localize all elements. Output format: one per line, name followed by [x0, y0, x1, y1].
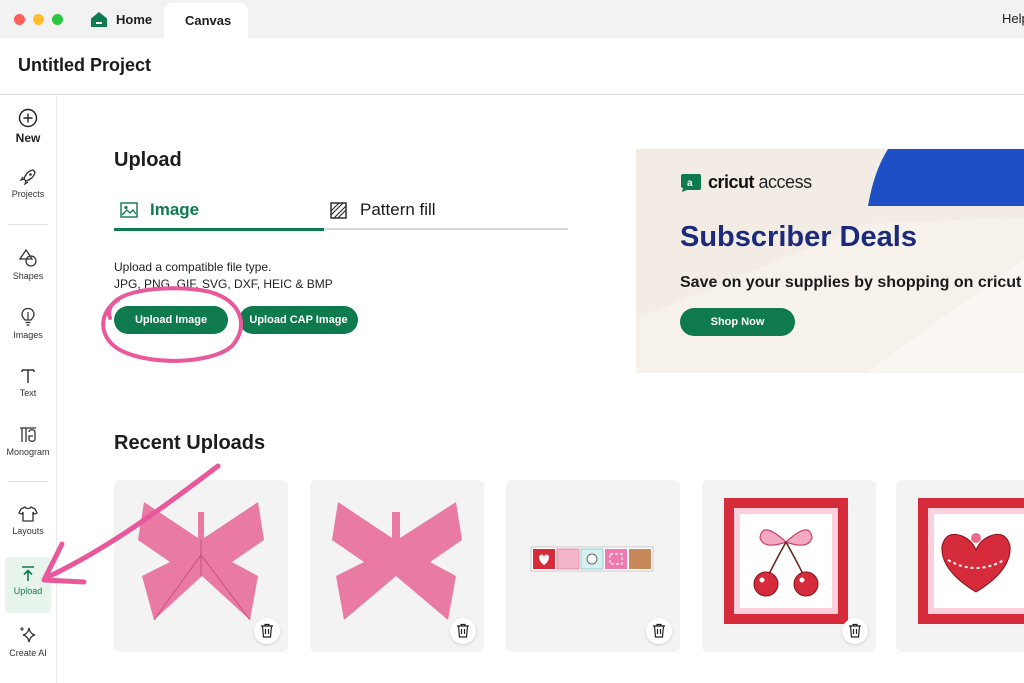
close-window-button[interactable] — [14, 14, 25, 25]
trash-icon — [457, 623, 469, 638]
sidebar-item-label: Upload — [13, 586, 43, 596]
monogram-icon — [20, 427, 36, 442]
left-sidebar: New Projects Shapes Images Text Monogram… — [0, 95, 57, 683]
delete-upload-button[interactable] — [646, 618, 672, 644]
upload-icon — [22, 566, 34, 581]
sparkle-icon — [20, 627, 36, 643]
tab-active-indicator — [114, 228, 324, 231]
heart-cake-stamp-thumbnail — [918, 498, 1024, 624]
sidebar-item-monogram[interactable]: Monogram — [0, 426, 56, 480]
cricut-logo-icon: a — [681, 174, 701, 192]
project-header: Untitled Project — [0, 38, 1024, 95]
upload-cap-image-button[interactable]: Upload CAP Image — [239, 306, 358, 334]
svg-text:a: a — [687, 178, 693, 189]
sidebar-divider — [8, 224, 48, 225]
plus-circle-icon — [18, 108, 38, 128]
upload-image-button[interactable]: Upload Image — [114, 306, 228, 334]
tab-pattern-fill-label: Pattern fill — [360, 200, 436, 219]
recent-upload-card[interactable] — [702, 480, 876, 652]
recent-uploads-title: Recent Uploads — [114, 432, 266, 454]
tab-canvas[interactable]: Canvas — [164, 3, 248, 38]
shirt-icon — [18, 506, 38, 522]
recent-upload-card[interactable] — [310, 480, 484, 652]
sidebar-item-images[interactable]: Images — [0, 307, 56, 361]
delete-upload-button[interactable] — [842, 618, 868, 644]
sidebar-item-label: Create AI — [9, 648, 47, 658]
recent-upload-card[interactable] — [896, 480, 1024, 652]
project-title[interactable]: Untitled Project — [18, 55, 151, 76]
trash-icon — [261, 623, 273, 638]
tab-image[interactable]: Image — [114, 196, 324, 228]
image-icon — [120, 202, 138, 218]
sidebar-item-shapes[interactable]: Shapes — [0, 248, 56, 302]
sidebar-item-new[interactable]: New — [0, 108, 56, 162]
recent-upload-card[interactable] — [114, 480, 288, 652]
tab-home-label: Home — [116, 12, 153, 27]
upload-section-title: Upload — [114, 149, 182, 171]
rocket-icon — [19, 169, 36, 186]
tab-pattern-fill[interactable]: Pattern fill — [324, 196, 568, 228]
tab-canvas-label: Canvas — [185, 13, 232, 28]
delete-upload-button[interactable] — [450, 618, 476, 644]
promo-subtext: Save on your supplies by shopping on cri… — [680, 274, 1022, 291]
upload-file-types: JPG, PNG, GIF, SVG, DXF, HEIC & BMP — [114, 277, 333, 291]
cricut-access-banner[interactable]: a cricut access Subscriber Deals Save on… — [636, 149, 1024, 373]
text-icon — [21, 369, 35, 383]
minimize-window-button[interactable] — [33, 14, 44, 25]
sidebar-item-label: Images — [13, 330, 43, 340]
cricut-access-wordmark: cricut access — [708, 172, 812, 193]
sidebar-item-label: Text — [19, 388, 37, 398]
upload-description: Upload a compatible file type. — [114, 260, 272, 274]
home-icon — [91, 12, 107, 27]
brand-suffix: access — [758, 172, 813, 192]
shapes-icon — [18, 248, 37, 267]
brand-name: cricut — [708, 172, 755, 192]
sidebar-divider — [8, 481, 48, 482]
sidebar-item-label: Projects — [11, 189, 45, 199]
delete-upload-button[interactable] — [254, 618, 280, 644]
tab-image-label: Image — [150, 200, 200, 219]
tab-home[interactable]: Home — [86, 0, 160, 38]
sidebar-item-projects[interactable]: Projects — [0, 168, 56, 222]
recent-upload-card[interactable] — [506, 480, 680, 652]
promo-headline: Subscriber Deals — [680, 221, 917, 253]
sidebar-item-upload[interactable]: Upload — [5, 557, 51, 613]
lightbulb-icon — [21, 307, 35, 326]
sidebar-item-label: Layouts — [12, 526, 44, 536]
sidebar-item-label: Shapes — [12, 271, 44, 281]
shop-now-button[interactable]: Shop Now — [680, 308, 795, 336]
sidebar-item-label: Monogram — [6, 447, 50, 457]
help-menu[interactable]: Help — [1002, 11, 1024, 26]
sidebar-item-layouts[interactable]: Layouts — [0, 505, 56, 559]
pattern-icon — [330, 202, 347, 219]
trash-icon — [849, 623, 861, 638]
sidebar-item-label: New — [15, 131, 41, 145]
sidebar-item-create-ai[interactable]: Create AI — [0, 625, 56, 679]
trash-icon — [653, 623, 665, 638]
window-titlebar: Home Canvas Help — [0, 0, 1024, 38]
maximize-window-button[interactable] — [52, 14, 63, 25]
sidebar-item-text[interactable]: Text — [0, 367, 56, 421]
